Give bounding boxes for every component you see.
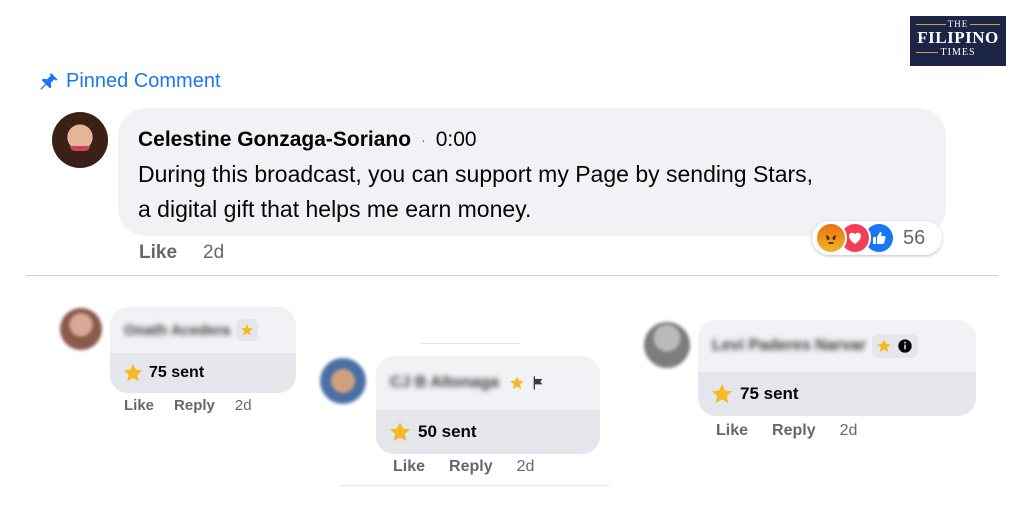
star-badge: [236, 319, 259, 341]
commenter-name[interactable]: CJ B Altonaga: [390, 374, 499, 392]
reply-button[interactable]: Reply: [174, 397, 215, 414]
star-icon: [390, 422, 410, 441]
stars-comment-bubble: Levi Paderes Narvar 75 sent: [698, 320, 976, 416]
reply-button[interactable]: Reply: [449, 458, 493, 476]
comment-timestamp[interactable]: 0:00: [436, 128, 477, 152]
comment-text: During this broadcast, you can support m…: [138, 157, 926, 227]
logo-filipino: FILIPINO: [917, 28, 999, 47]
comment-actions: Like Reply 2d: [393, 458, 534, 476]
comment-age[interactable]: 2d: [203, 242, 224, 264]
stars-sent: 50 sent: [418, 422, 477, 441]
star-icon: [123, 363, 143, 382]
avatar[interactable]: [644, 322, 690, 368]
star-icon: [712, 384, 732, 403]
avatar[interactable]: [320, 358, 366, 404]
like-button[interactable]: Like: [124, 397, 154, 414]
comment-actions: Like Reply 2d: [124, 397, 252, 414]
like-button[interactable]: Like: [716, 422, 748, 440]
star-icon: [510, 376, 524, 389]
comment-text-line: a digital gift that helps me earn money.: [138, 196, 532, 222]
avatar[interactable]: [52, 112, 108, 168]
like-button[interactable]: Like: [393, 458, 425, 476]
reaction-summary[interactable]: 56: [812, 221, 942, 255]
comment-actions: Like Reply 2d: [716, 422, 857, 440]
commenter-name[interactable]: Levi Paderes Narvar: [712, 337, 866, 355]
stars-comment-bubble: CJ B Altonaga 50 sent: [376, 356, 600, 454]
pinned-label: Pinned Comment: [66, 70, 221, 92]
star-icon: [241, 324, 253, 336]
angry-icon: [815, 222, 847, 254]
avatar[interactable]: [60, 308, 102, 350]
divider: [340, 485, 610, 486]
comment-text-line: During this broadcast, you can support m…: [138, 161, 814, 187]
comment-age[interactable]: 2d: [840, 422, 858, 440]
like-button[interactable]: Like: [139, 242, 177, 264]
comment-author[interactable]: Celestine Gonzaga-Soriano: [138, 128, 411, 152]
reaction-count: 56: [903, 226, 926, 249]
star-badge: [505, 371, 551, 395]
comment-age[interactable]: 2d: [517, 458, 535, 476]
divider: [26, 275, 998, 276]
pinned-comment-header: Pinned Comment: [38, 70, 221, 93]
reply-button[interactable]: Reply: [772, 422, 816, 440]
stars-sent: 75 sent: [149, 364, 205, 381]
commenter-name[interactable]: Onath Acedera: [124, 322, 230, 339]
logo-times: TIMES: [910, 47, 1006, 58]
stars-comment-bubble: Onath Acedera 75 sent: [110, 307, 296, 393]
pin-icon: [40, 72, 58, 90]
comment-bubble: Celestine Gonzaga-Soriano · 0:00 During …: [118, 108, 946, 236]
comment-age[interactable]: 2d: [235, 397, 252, 414]
logo-the: THE: [910, 16, 1006, 29]
comment-actions: Like 2d: [139, 242, 224, 264]
flag-icon: [533, 376, 543, 390]
star-icon: [877, 339, 892, 352]
stars-sent: 75 sent: [740, 384, 799, 403]
star-badge: [871, 334, 918, 358]
separator-dot: ·: [421, 132, 426, 148]
filipino-times-logo: THE FILIPINO TIMES: [910, 16, 1006, 66]
divider: [420, 343, 520, 344]
info-icon[interactable]: [897, 338, 913, 354]
